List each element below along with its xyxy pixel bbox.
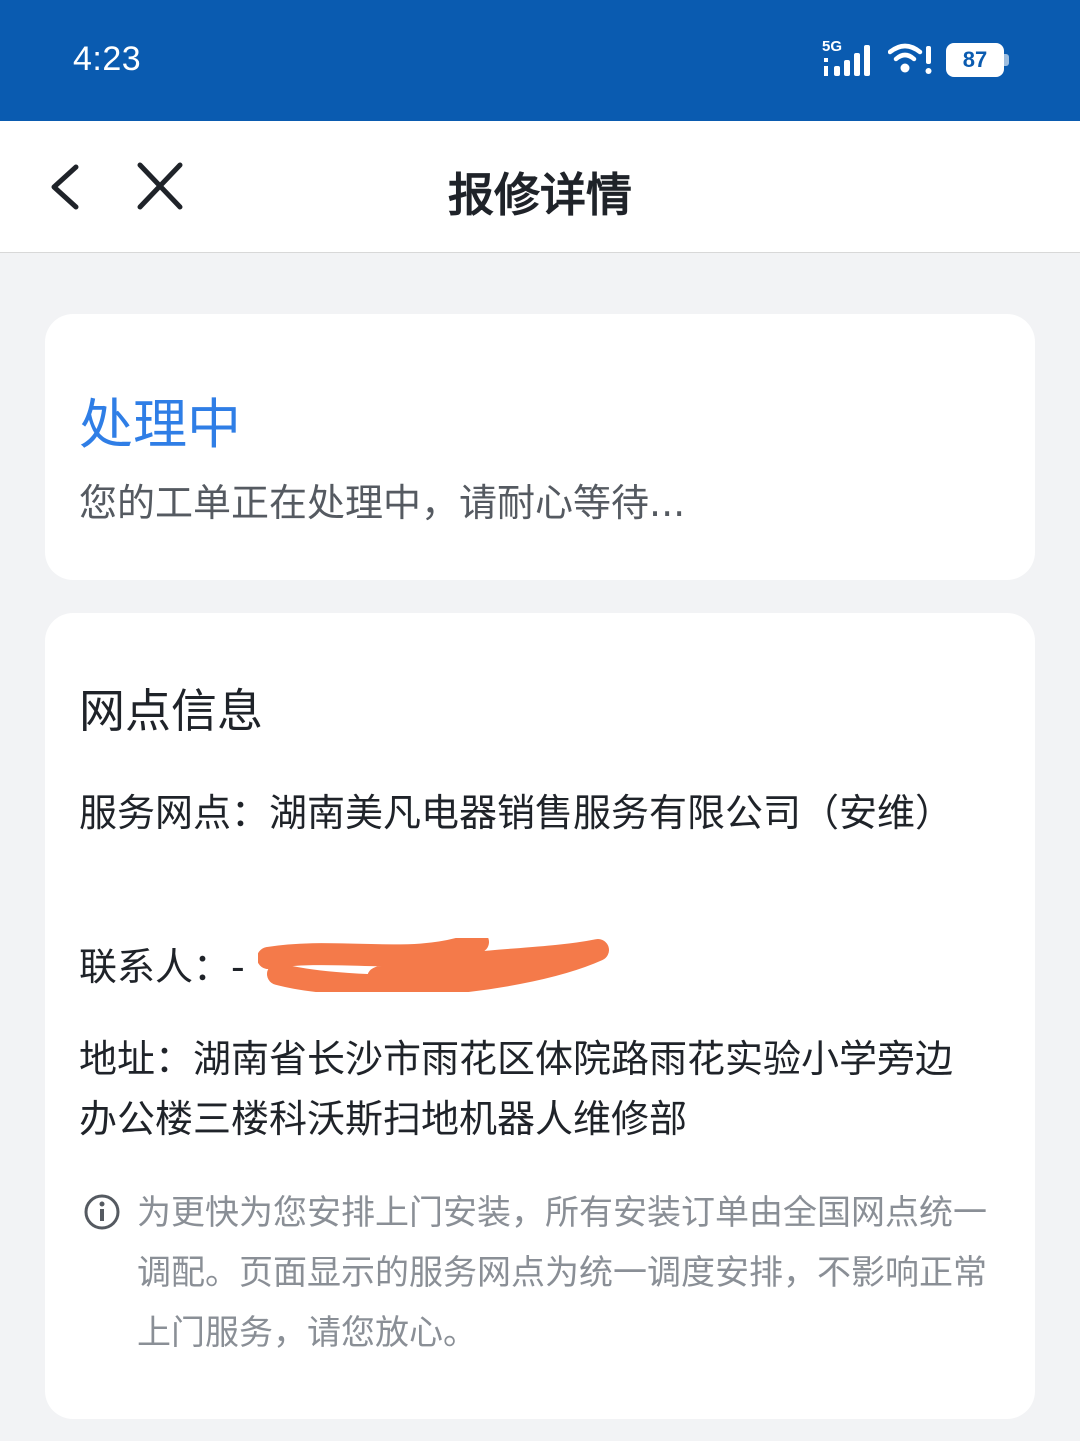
status-card: 处理中 您的工单正在处理中，请耐心等待... (45, 314, 1035, 580)
contact-label: 联系人： (79, 945, 232, 989)
service-outlet-value: 湖南美凡电器销售服务有限公司（安维） (269, 791, 954, 835)
wifi-icon (888, 43, 932, 74)
status-time: 4:23 (73, 40, 142, 78)
dispatch-notice: 为更快为您安排上门安装，所有安装订单由全国网点统一调配。页面显示的服务网点为统一… (137, 1193, 987, 1353)
signal-icon (824, 45, 870, 76)
outlet-info-card: 网点信息 服务网点：湖南美凡电器销售服务有限公司（安维） 联系人：- 地址：湖南… (45, 613, 1035, 1419)
status-title: 处理中 (79, 393, 241, 456)
page-title: 报修详情 (448, 168, 632, 222)
address-row: 地址：湖南省长沙市雨花区体院路雨花实验小学旁边办公楼三楼科沃斯扫地机器人维修部 (79, 1029, 979, 1149)
battery-icon: 87 (946, 43, 1010, 77)
contact-value: - (231, 945, 245, 989)
status-description: 您的工单正在处理中，请耐心等待... (79, 481, 686, 525)
section-heading: 网点信息 (79, 684, 263, 738)
address-value: 湖南省长沙市雨花区体院路雨花实验小学旁边办公楼三楼科沃斯扫地机器人维修部 (79, 1037, 954, 1141)
status-bar: 4:23 5G 87 (0, 0, 1080, 121)
info-icon (84, 1194, 120, 1230)
battery-level: 87 (946, 43, 1004, 77)
battery-tip (1004, 54, 1009, 66)
service-outlet-row: 服务网点：湖南美凡电器销售服务有限公司（安维） (79, 783, 979, 843)
redaction-scribble (258, 938, 609, 992)
nav-bar: 报修详情 (0, 121, 1080, 253)
address-label: 地址： (79, 1037, 194, 1081)
service-outlet-label: 服务网点： (79, 791, 270, 835)
